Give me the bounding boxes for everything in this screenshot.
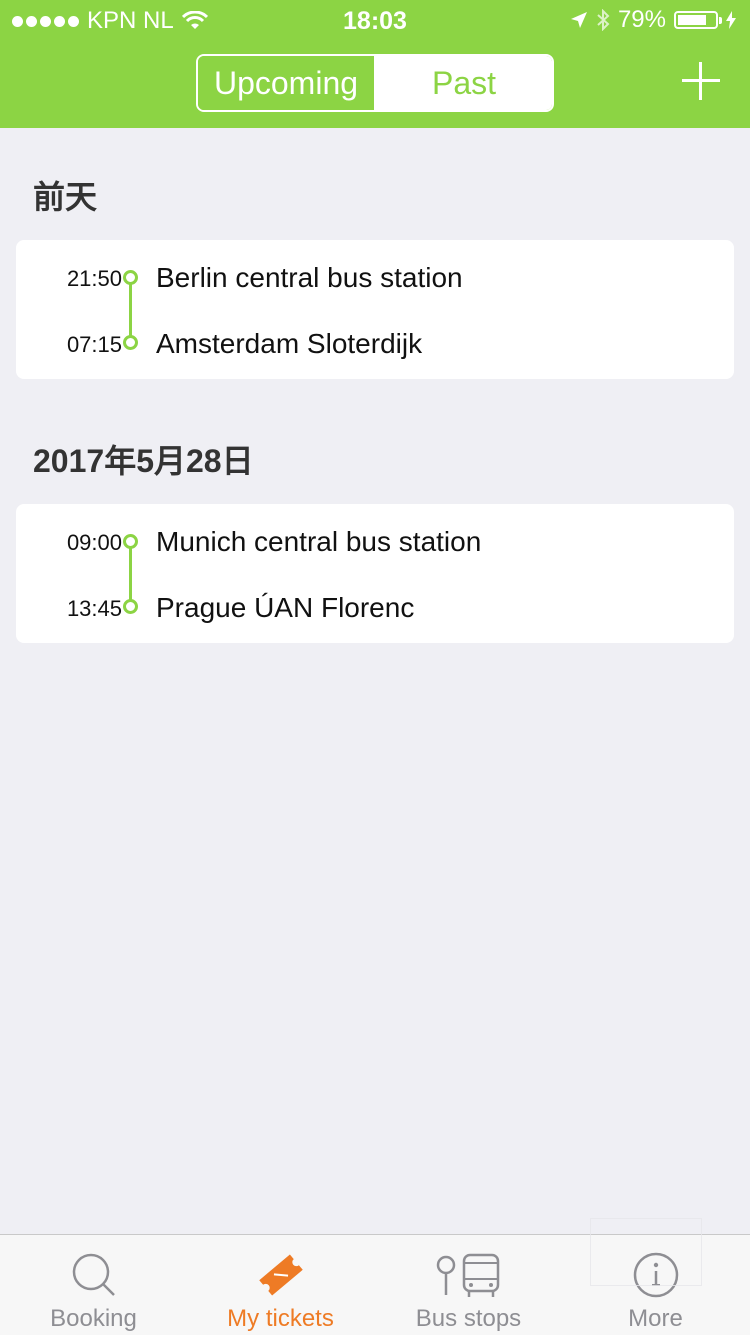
- arrival-station: Prague ÚAN Florenc: [156, 592, 415, 623]
- departure-time: 09:00: [66, 530, 122, 555]
- ticket-icon: [258, 1254, 303, 1296]
- arrival-node-icon: [123, 335, 138, 350]
- departure-station: Munich central bus station: [156, 526, 482, 557]
- tab-label: My tickets: [227, 1305, 334, 1332]
- tab-booking[interactable]: Booking: [0, 1235, 187, 1335]
- departure-station: Berlin central bus station: [156, 262, 463, 293]
- upcoming-past-segmented-control: Upcoming Past: [196, 54, 554, 112]
- watermark-stamp: [590, 1218, 702, 1286]
- bus-stop-icon: [436, 1253, 499, 1297]
- arrival-time: 07:15: [66, 332, 122, 357]
- charging-icon: [726, 11, 736, 29]
- search-icon: [72, 1253, 115, 1296]
- departure-node-icon: [123, 270, 138, 285]
- arrival-node-icon: [123, 599, 138, 614]
- bluetooth-icon: [597, 9, 610, 31]
- tab-label: Booking: [50, 1305, 137, 1332]
- route-line: [129, 284, 132, 340]
- tab-bus-stops[interactable]: Bus stops: [375, 1235, 562, 1335]
- tab-my-tickets[interactable]: My tickets: [187, 1235, 374, 1335]
- tab-label: Bus stops: [415, 1305, 522, 1332]
- status-bar: KPN NL 18:03 79%: [0, 0, 750, 40]
- arrival-station: Amsterdam Sloterdijk: [156, 328, 423, 359]
- departure-node-icon: [123, 534, 138, 549]
- tab-past[interactable]: Past: [376, 56, 552, 110]
- route-line: [129, 548, 132, 604]
- status-right: 79%: [570, 6, 736, 34]
- location-arrow-icon: [570, 12, 587, 28]
- tab-upcoming[interactable]: Upcoming: [198, 56, 376, 110]
- arrival-time: 13:45: [66, 596, 122, 621]
- navigation-bar: KPN NL 18:03 79% Upcoming Past: [0, 0, 750, 128]
- trip-card[interactable]: 09:00 Munich central bus station 13:45 P…: [16, 504, 734, 643]
- trip-date-header: 前天: [33, 179, 98, 215]
- battery-percent: 79%: [617, 6, 666, 33]
- add-ticket-button[interactable]: [680, 60, 722, 102]
- trip-date-header: 2017年5月28日: [33, 443, 254, 479]
- trip-card[interactable]: 21:50 Berlin central bus station 07:15 A…: [16, 240, 734, 379]
- departure-time: 21:50: [66, 266, 122, 291]
- battery-icon: [674, 11, 722, 29]
- tab-label: More: [628, 1305, 683, 1332]
